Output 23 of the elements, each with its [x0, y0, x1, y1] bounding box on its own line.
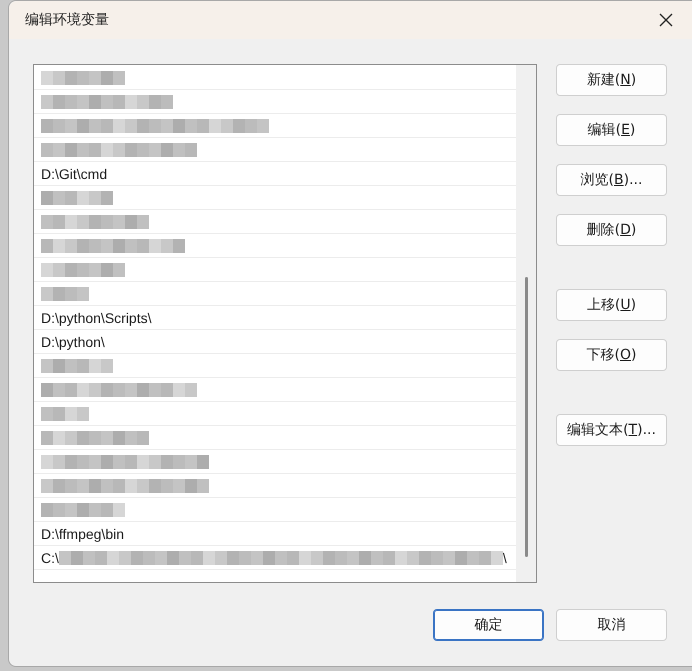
- cancel-button[interactable]: 取消: [556, 609, 667, 641]
- close-icon: [659, 13, 673, 27]
- scroll-thumb[interactable]: [524, 277, 528, 557]
- ok-button[interactable]: 确定: [433, 609, 544, 641]
- redaction-drawing: [41, 286, 89, 300]
- action-button[interactable]: 编辑文本(T)...: [556, 414, 667, 446]
- list-item[interactable]: D:\python\: [34, 330, 516, 354]
- redaction-drawing: [41, 358, 113, 372]
- action-button[interactable]: 编辑(E): [556, 114, 667, 146]
- list-item-text[interactable]: C:\: [41, 550, 59, 566]
- list-item[interactable]: D:\Git\cmd: [34, 162, 516, 186]
- window-title: 编辑环境变量: [25, 11, 109, 29]
- redaction-drawing: [41, 190, 113, 204]
- action-button[interactable]: 上移(U): [556, 289, 667, 321]
- action-button[interactable]: 新建(N): [556, 64, 667, 96]
- action-button[interactable]: 浏览(B)...: [556, 164, 667, 196]
- list-item[interactable]: D:\ffmpeg\bin: [34, 522, 516, 546]
- scrollbar[interactable]: [516, 65, 536, 582]
- action-button[interactable]: 下移(O): [556, 339, 667, 371]
- action-button[interactable]: 删除(D): [556, 214, 667, 246]
- list-item[interactable]: D:\python\Scripts\: [34, 306, 516, 330]
- list-item-text[interactable]: \: [502, 550, 507, 566]
- redaction-drawing: [41, 406, 89, 420]
